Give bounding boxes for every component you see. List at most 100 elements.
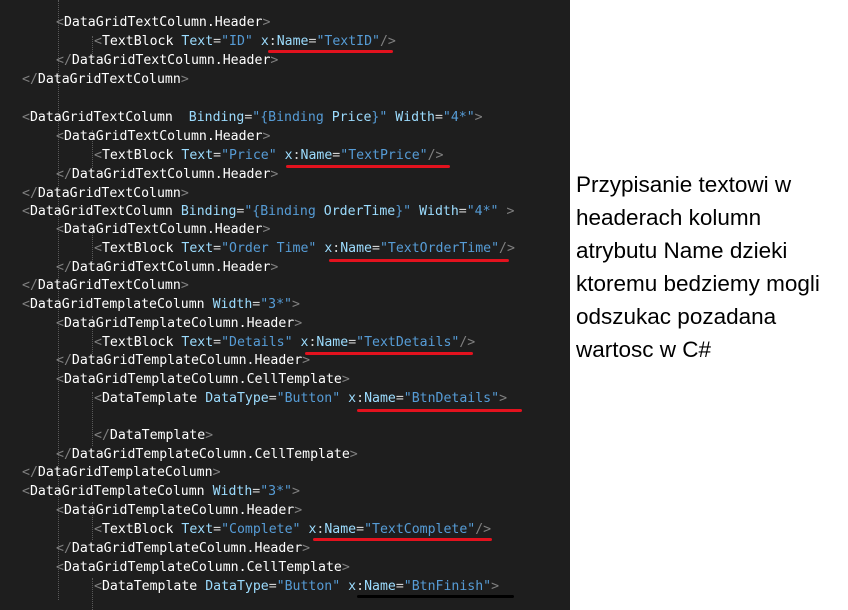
code-token: "4*" — [466, 204, 499, 219]
code-line[interactable]: <TextBlock Text="ID" x:Name="TextID"/> — [94, 33, 396, 51]
code-line[interactable]: <DataGridTemplateColumn Width="3*"> — [22, 483, 300, 501]
code-token: Binding — [180, 204, 237, 219]
code-token: DataGridTemplateColumn.Header — [63, 503, 295, 518]
code-token: DataGridTextColumn.Header — [63, 222, 263, 237]
code-line[interactable]: </DataGridTextColumn> — [22, 71, 189, 89]
code-token: > — [341, 560, 350, 575]
code-token: Text — [181, 148, 214, 163]
code-token: < — [22, 484, 30, 499]
code-line[interactable]: <TextBlock Text="Price" x:Name="TextPric… — [94, 147, 443, 165]
code-line[interactable]: </DataGridTextColumn> — [22, 277, 189, 295]
code-line[interactable]: </DataGridTextColumn> — [22, 185, 189, 203]
code-token: Width — [212, 297, 253, 312]
code-line[interactable]: </DataTemplate> — [94, 427, 213, 445]
code-line[interactable]: <DataGridTextColumn.Header> — [56, 128, 270, 146]
code-token: DataGridTemplateColumn — [37, 465, 213, 480]
code-token: DataTemplate — [101, 579, 198, 594]
code-token: DataGridTemplateColumn.CellTemplate — [63, 560, 342, 575]
code-line[interactable]: <DataGridTemplateColumn.CellTemplate> — [56, 371, 350, 389]
code-line[interactable]: <DataGridTextColumn Binding = "{Binding Pr… — [22, 109, 483, 127]
annotation-line: odszukac pozadana — [576, 304, 777, 329]
code-token: "4*" — [442, 110, 475, 125]
code-token: Name — [340, 241, 372, 256]
code-token: TextBlock — [101, 335, 174, 350]
code-token: < — [94, 34, 102, 49]
code-line[interactable]: <DataGridTextColumn.Header> — [56, 14, 270, 32]
code-token: < — [56, 503, 64, 518]
code-token: < — [94, 335, 102, 350]
code-token: DataGridTextColumn.Header — [71, 167, 271, 182]
code-line[interactable]: </DataGridTemplateColumn.Header> — [56, 352, 310, 370]
code-token: Text — [181, 522, 214, 537]
code-token: x — [348, 391, 357, 406]
code-token: > — [205, 428, 214, 443]
code-token: </ — [56, 353, 72, 368]
code-token: Price — [331, 110, 372, 125]
code-token: < — [94, 522, 102, 537]
code-line[interactable]: <TextBlock Text="Complete" x:Name="TextC… — [94, 521, 491, 539]
code-line[interactable]: <DataGridTemplateColumn.Header> — [56, 315, 302, 333]
code-line[interactable]: </DataGridTextColumn.Header> — [56, 166, 278, 184]
code-token: </ — [56, 167, 72, 182]
code-line[interactable]: <TextBlock Text="Details" x:Name="TextDe… — [94, 334, 475, 352]
code-line[interactable]: <DataTemplate DataType="Button" x:Name="… — [94, 390, 507, 408]
code-line[interactable]: </DataGridTemplateColumn> — [22, 464, 221, 482]
code-token: }" — [371, 110, 388, 125]
code-token: "Complete" — [221, 522, 301, 537]
highlight-underline — [286, 165, 450, 168]
code-token: DataGridTextColumn.Header — [71, 53, 271, 68]
code-token: DataGridTextColumn.Header — [63, 15, 263, 30]
code-token: "BtnDetails" — [403, 391, 500, 406]
code-token: = — [213, 522, 222, 537]
annotation-line: wartosc w C# — [576, 337, 712, 362]
code-token: Name — [316, 335, 349, 350]
code-token: "TextDetails" — [356, 335, 460, 350]
code-token: "3*" — [260, 484, 292, 499]
code-line[interactable]: </DataGridTextColumn.Header> — [56, 52, 278, 70]
code-token: > — [302, 541, 311, 556]
code-line[interactable]: > — [176, 0, 184, 5]
code-line[interactable]: <DataGridTemplateColumn Width="3*"> — [22, 296, 300, 314]
code-token: > — [341, 372, 350, 387]
code-line[interactable]: <DataGridTextColumn.Header> — [56, 221, 270, 239]
code-token: Width — [419, 204, 459, 219]
annotation-line: atrybutu Name dzieki — [576, 238, 788, 263]
code-token: "TextComplete" — [364, 522, 476, 537]
code-token: /> — [499, 241, 515, 256]
code-token: = — [395, 579, 404, 594]
code-token: DataGridTemplateColumn.CellTemplate — [71, 447, 350, 462]
code-token: DataGridTextColumn — [37, 72, 181, 87]
code-editor[interactable]: ><DataGridTextColumn.Header><TextBlock T… — [0, 0, 570, 610]
code-token: "TextPrice" — [340, 148, 428, 163]
code-line[interactable]: </DataGridTemplateColumn.Header> — [56, 540, 310, 558]
code-token: < — [56, 222, 64, 237]
code-line[interactable]: </DataGridTextColumn.Header> — [56, 259, 278, 277]
code-line[interactable]: <TextBlock Text="Order Time" x:Name="Tex… — [94, 240, 515, 258]
code-line[interactable]: </DataGridTemplateColumn.CellTemplate> — [56, 446, 358, 464]
code-token: "Price" — [221, 148, 277, 163]
annotation-line: headerach kolumn — [576, 205, 762, 230]
code-line[interactable]: <DataGridTemplateColumn.Header> — [56, 502, 302, 520]
code-token: Name — [276, 34, 309, 49]
code-token: "{Binding — [252, 110, 332, 125]
code-token: < — [22, 297, 30, 312]
code-token: > — [491, 579, 500, 594]
code-token: > — [294, 316, 303, 331]
code-token: > — [262, 129, 271, 144]
code-token: > — [270, 53, 279, 68]
code-token: > — [176, 0, 184, 3]
code-token: Text — [181, 241, 214, 256]
code-line[interactable]: <DataGridTemplateColumn.CellTemplate> — [56, 559, 350, 577]
code-token: = — [268, 579, 277, 594]
code-token: = — [348, 335, 357, 350]
annotation-line: Przypisanie textowi w — [576, 172, 792, 197]
code-line[interactable]: <DataGridTextColumn Binding = "{Binding Or… — [22, 203, 514, 221]
code-token: "ID" — [221, 34, 253, 49]
code-line[interactable]: <DataTemplate DataType="Button" x:Name="… — [94, 578, 499, 596]
code-token: < — [56, 316, 64, 331]
code-token: > — [180, 186, 189, 201]
